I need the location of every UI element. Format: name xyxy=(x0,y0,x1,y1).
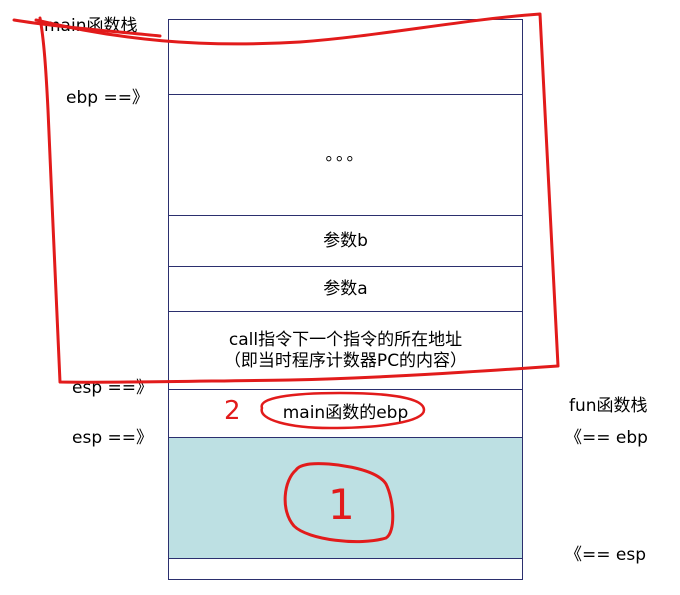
stack-row-top xyxy=(169,20,522,94)
ebp-fun-pointer-label: 《== ebp xyxy=(565,428,648,448)
annotation-number-2: 2 xyxy=(224,396,241,426)
stack-row-bottom xyxy=(169,558,522,581)
param-a-text: 参数a xyxy=(323,278,368,299)
saved-ebp-text: main函数的ebp xyxy=(282,403,409,423)
annotation-number-1: 1 xyxy=(328,480,355,529)
ellipsis-text: 。。。 xyxy=(325,144,366,165)
stack-row-ellipsis: 。。。 xyxy=(169,94,522,215)
fun-stack-label: fun函数栈 xyxy=(569,396,648,416)
esp-fun-pointer-label: 《== esp xyxy=(565,545,646,565)
esp-pointer-label-1: esp ==》 xyxy=(72,378,153,398)
stack-row-return-address: call指令下一个指令的所在地址 （即当时程序计数器PC的内容） xyxy=(169,311,522,389)
param-b-text: 参数b xyxy=(323,230,368,251)
stack-row-saved-ebp: main函数的ebp xyxy=(169,389,522,437)
ebp-main-pointer-label: ebp ==》 xyxy=(66,88,149,108)
esp-pointer-label-2: esp ==》 xyxy=(72,428,153,448)
stack-row-param-a: 参数a xyxy=(169,266,522,311)
return-address-text: call指令下一个指令的所在地址 （即当时程序计数器PC的内容） xyxy=(223,329,468,371)
stack-row-param-b: 参数b xyxy=(169,215,522,266)
main-stack-label: main函数栈 xyxy=(44,16,138,36)
